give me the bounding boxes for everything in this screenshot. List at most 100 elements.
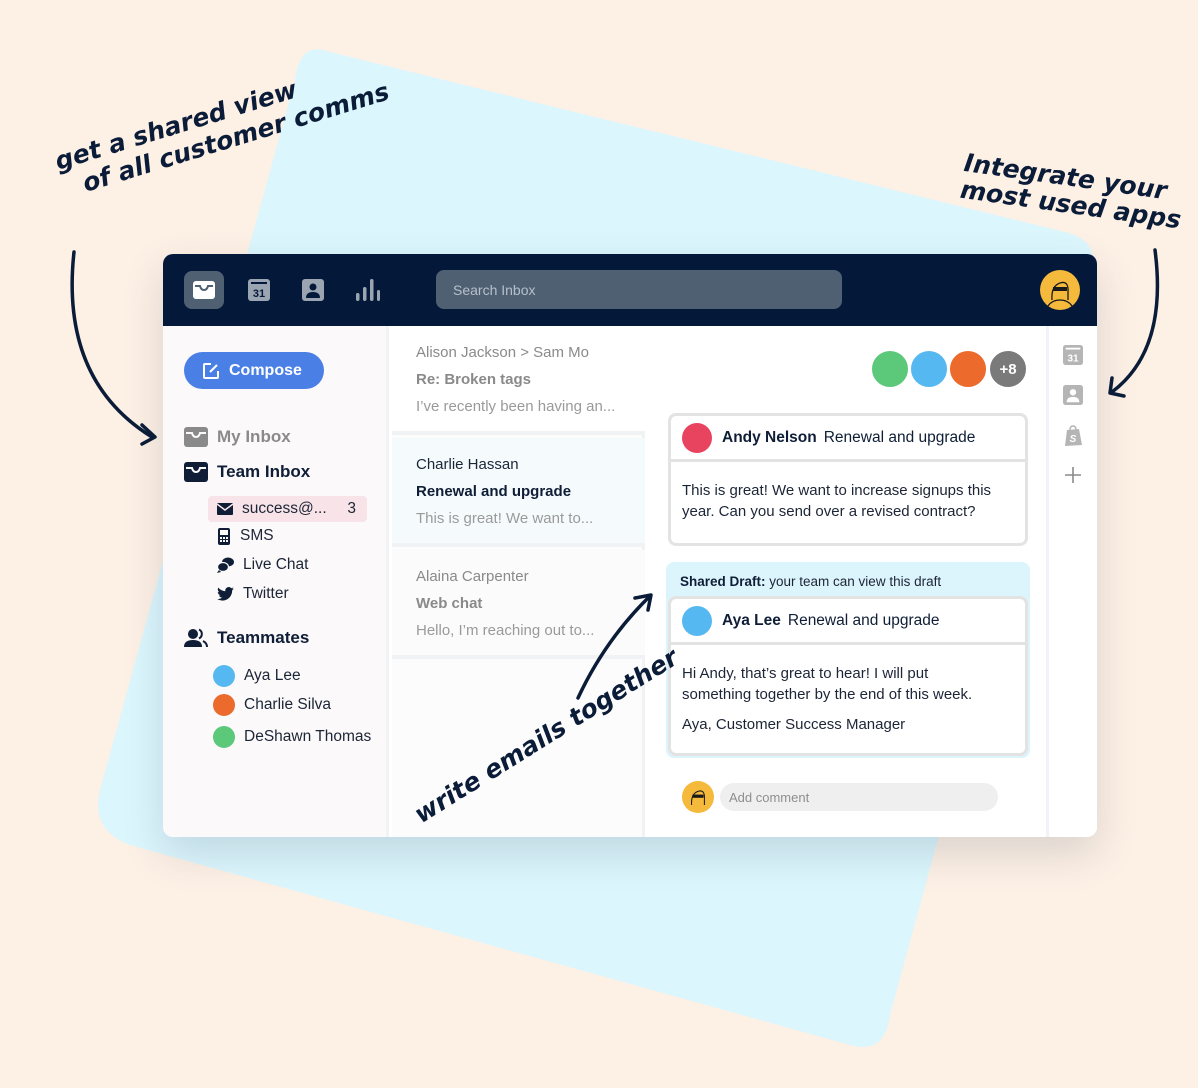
draft-line: something together by the end of this we…: [682, 686, 973, 703]
comment-row: [682, 781, 998, 813]
nav-analytics-button[interactable]: [348, 271, 388, 309]
user-avatar: [682, 781, 714, 813]
conversation-subject: Re: Broken tags: [416, 371, 532, 388]
message-header: Andy Nelson Renewal and upgrade: [671, 416, 1025, 462]
conversation-from: Alison Jackson > Sam Mo: [416, 344, 589, 361]
add-comment-input[interactable]: [720, 783, 998, 811]
message-line: year. Can you send over a revised contra…: [682, 503, 976, 520]
inbox-icon: [184, 462, 208, 482]
conversation-item[interactable]: Alaina Carpenter Web chat Hello, I’m rea…: [392, 550, 645, 659]
app-contacts-button[interactable]: [1062, 384, 1084, 406]
sidebar-item-label: Teammates: [217, 628, 310, 647]
envelope-icon: [217, 503, 233, 515]
nav-inbox-button[interactable]: [184, 271, 224, 309]
teammate-name: Aya Lee: [244, 667, 301, 684]
teammate-name: Charlie Silva: [244, 696, 332, 713]
search-input[interactable]: [436, 270, 842, 309]
more-participants-badge[interactable]: +8: [988, 349, 1028, 389]
draft-card[interactable]: Aya Lee Renewal and upgrade Hi Andy, tha…: [668, 596, 1028, 756]
message-subject: Renewal and upgrade: [823, 428, 976, 446]
avatar: [870, 349, 910, 389]
channel-live-chat[interactable]: Live Chat: [217, 556, 308, 574]
sidebar-section-teammates[interactable]: Teammates: [184, 628, 309, 648]
message-sender: Andy Nelson: [722, 428, 817, 446]
message-body: This is great! We want to increase signu…: [671, 462, 1025, 522]
contact-card-icon: [1063, 385, 1083, 405]
phone-icon: [218, 527, 230, 545]
nav-contacts-button[interactable]: [293, 271, 333, 309]
top-navigation-bar: 31: [163, 254, 1097, 326]
avatar: [682, 422, 712, 453]
compose-button[interactable]: Compose: [184, 352, 324, 389]
avatar: [213, 665, 235, 687]
participant-avatars[interactable]: +8: [870, 349, 1030, 389]
plus-icon: [1065, 467, 1081, 483]
contact-card-icon: [302, 279, 324, 301]
conversation-subject: Renewal and upgrade: [416, 483, 572, 500]
teammate-deshawn-thomas[interactable]: DeShawn Thomas: [213, 726, 371, 748]
conversation-from: Charlie Hassan: [416, 456, 519, 473]
unread-count-badge: 3: [347, 500, 356, 517]
message-line: This is great! We want to increase signu…: [682, 482, 992, 499]
channel-success-email[interactable]: success@... 3: [208, 496, 367, 522]
channel-twitter[interactable]: Twitter: [217, 585, 289, 603]
compose-icon: [203, 362, 219, 379]
svg-text:S: S: [1070, 434, 1077, 445]
message-card: Andy Nelson Renewal and upgrade This is …: [668, 413, 1028, 546]
shared-draft-label: Shared Draft: your team can view this dr…: [680, 574, 941, 589]
calendar-icon: 31: [248, 279, 270, 301]
draft-label-text: your team can view this draft: [765, 574, 942, 589]
conversation-detail: +8 Andy Nelson Renewal and upgrade This …: [648, 326, 1046, 837]
draft-line: Hi Andy, that’s great to hear! I will pu…: [682, 665, 929, 682]
apps-rail: 31 S: [1046, 326, 1097, 837]
draft-label-bold: Shared Draft:: [680, 574, 766, 589]
teammate-aya-lee[interactable]: Aya Lee: [213, 665, 301, 687]
svg-text:31: 31: [1067, 353, 1079, 364]
conversation-preview: Hello, I’m reaching out to...: [416, 622, 595, 639]
avatar: [682, 605, 712, 636]
draft-body[interactable]: Hi Andy, that’s great to hear! I will pu…: [671, 645, 1025, 735]
app-window: 31 Search Inbox Compose My Inbox Team In…: [163, 254, 1097, 837]
inbox-icon: [184, 427, 208, 447]
avatar: [213, 694, 235, 716]
sidebar-item-my-inbox[interactable]: My Inbox: [184, 427, 291, 447]
sidebar: Compose My Inbox Team Inbox success@... …: [163, 326, 389, 837]
draft-subject: Renewal and upgrade: [787, 611, 940, 629]
conversation-preview: This is great! We want to...: [416, 510, 594, 527]
channel-label: SMS: [240, 527, 274, 544]
channel-label: Twitter: [243, 585, 289, 602]
conversation-from: Alaina Carpenter: [416, 568, 529, 585]
avatar: [948, 349, 988, 389]
bar-chart-icon: [356, 279, 380, 301]
nav-calendar-button[interactable]: 31: [239, 271, 279, 309]
sidebar-item-team-inbox[interactable]: Team Inbox: [184, 462, 310, 482]
chat-bubbles-icon: [217, 557, 234, 573]
people-icon: [184, 628, 208, 648]
shopify-bag-icon: S: [1065, 424, 1082, 446]
app-shopify-button[interactable]: S: [1062, 424, 1084, 446]
avatar: [909, 349, 949, 389]
teammate-charlie-silva[interactable]: Charlie Silva: [213, 694, 331, 716]
conversation-item[interactable]: Alison Jackson > Sam Mo Re: Broken tags …: [392, 326, 645, 435]
inbox-icon: [193, 281, 215, 299]
add-app-button[interactable]: [1062, 464, 1084, 486]
avatar: [213, 726, 235, 748]
teammate-name: DeShawn Thomas: [244, 728, 372, 745]
channel-sms[interactable]: SMS: [217, 527, 274, 545]
channel-label: Live Chat: [243, 556, 309, 573]
conversation-item-selected[interactable]: Charlie Hassan Renewal and upgrade This …: [392, 438, 645, 547]
draft-signature: Aya, Customer Success Manager: [682, 716, 906, 733]
user-avatar[interactable]: [1040, 270, 1080, 310]
conversation-subject: Web chat: [416, 595, 483, 612]
compose-label: Compose: [229, 361, 302, 379]
sidebar-item-label: My Inbox: [217, 427, 291, 446]
sidebar-item-label: Team Inbox: [217, 462, 311, 481]
conversation-preview: I’ve recently been having an...: [416, 398, 616, 415]
twitter-icon: [217, 587, 234, 601]
draft-sender: Aya Lee: [722, 611, 781, 629]
draft-header: Aya Lee Renewal and upgrade: [671, 599, 1025, 645]
channel-label: success@...: [242, 500, 327, 517]
app-calendar-button[interactable]: 31: [1062, 344, 1084, 366]
calendar-icon: 31: [1063, 345, 1083, 365]
svg-text:31: 31: [253, 288, 265, 300]
